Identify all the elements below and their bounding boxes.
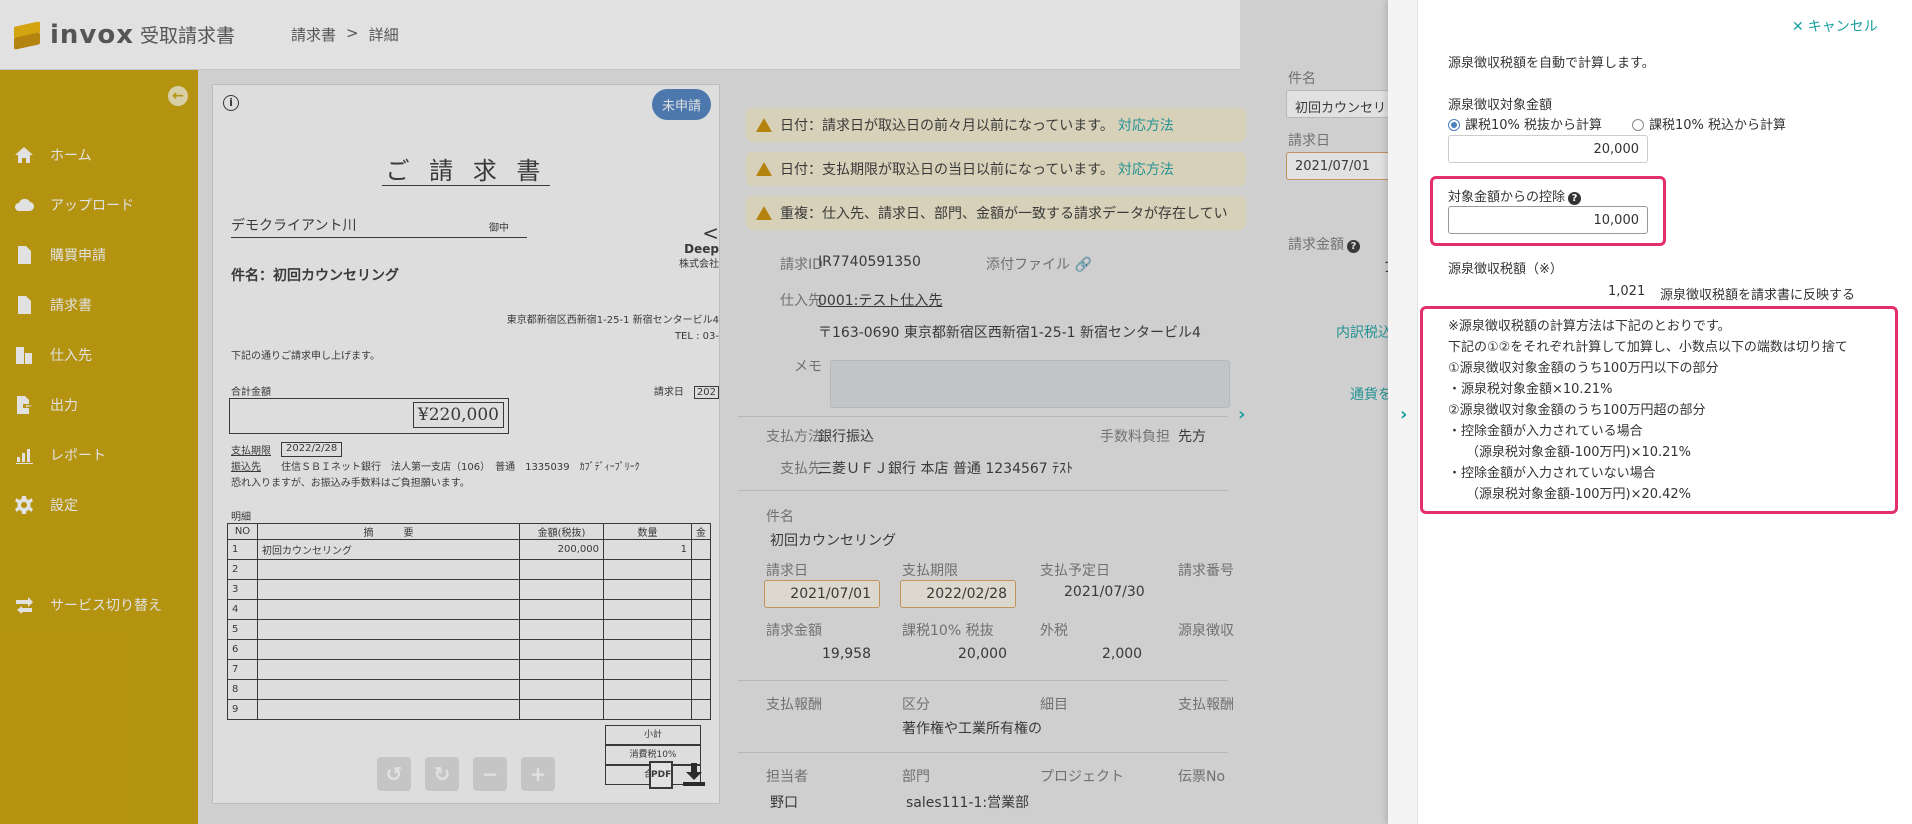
reflect-link[interactable]: 源泉徴収税額を請求書に反映する — [1660, 284, 1855, 303]
modal-overlay[interactable] — [0, 0, 1388, 824]
close-icon: ✕ — [1792, 19, 1804, 35]
withholding-tax-value: 1,021 — [1608, 284, 1646, 299]
auto-calc-text: 源泉徴収税額を自動で計算します。 — [1448, 56, 1655, 71]
cancel-button[interactable]: ✕ キャンセル — [1792, 16, 1878, 36]
radio-tax-excluded[interactable]: 課税10% 税抜から計算 — [1448, 114, 1602, 133]
chevron-right-icon[interactable]: › — [1400, 404, 1407, 425]
withholding-tax-label: 源泉徴収税額（※） — [1448, 262, 1563, 277]
radio-empty-icon — [1632, 119, 1644, 131]
radio-selected-icon — [1448, 119, 1460, 131]
target-amount-label: 源泉徴収対象金額 — [1448, 98, 1553, 113]
deduction-label: 対象金額からの控除? — [1448, 186, 1582, 205]
chevron-right-icon[interactable]: › — [1238, 404, 1245, 425]
help-icon[interactable]: ? — [1568, 192, 1582, 205]
radio-tax-included[interactable]: 課税10% 税込から計算 — [1632, 114, 1786, 133]
deduction-input[interactable]: 10,000 — [1448, 206, 1648, 234]
calculation-notes: ※源泉徴収税額の計算方法は下記のとおりです。 下記の①②をそれぞれ計算して加算し… — [1448, 319, 1848, 502]
target-amount-input[interactable]: 20,000 — [1448, 135, 1648, 163]
